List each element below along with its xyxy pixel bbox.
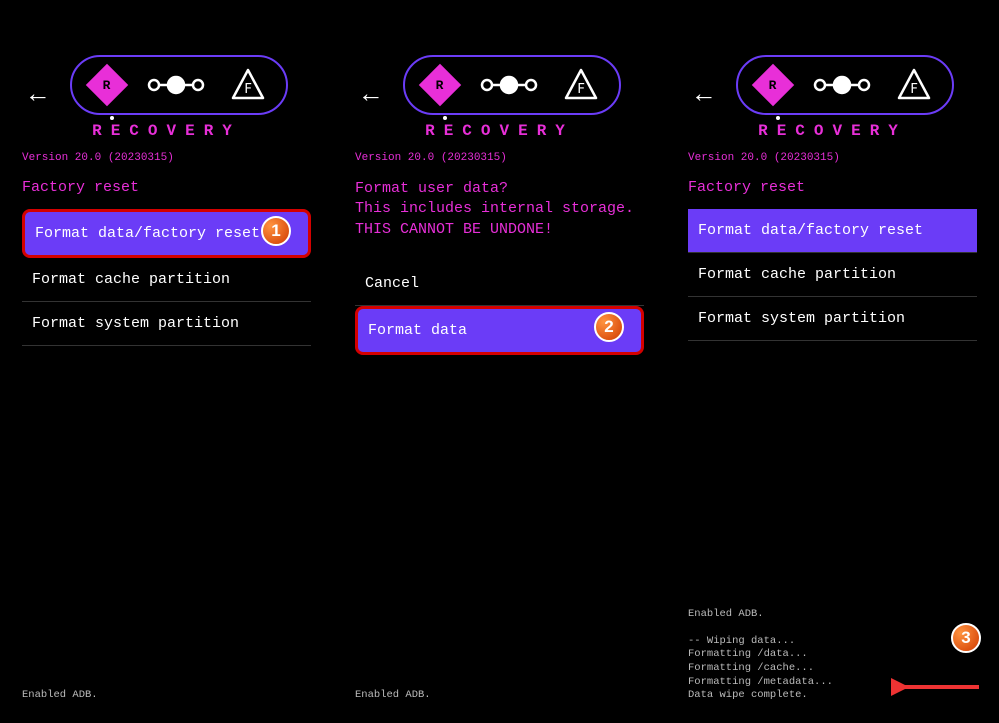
step-badge-2: 2 [594,312,624,342]
diamond-letter: R [436,78,444,93]
recovery-title: RECOVERY [666,122,999,140]
warning-text: Format user data? This includes internal… [355,179,644,240]
log-output: Enabled ADB. [355,689,644,703]
warning-line: Format user data? [355,179,644,199]
fastboot-triangle-icon[interactable]: F [230,68,266,102]
recovery-screen-1: ← R F RECOVERY Version 20.0 (20230315) F… [0,0,333,723]
menu-item-format-data[interactable]: Format data/factory reset [688,209,977,253]
triangle-letter: F [244,82,252,97]
recovery-diamond-icon[interactable]: R [92,70,122,100]
recovery-menu: Format data/factory reset Format cache p… [688,209,977,341]
lineage-logo-icon[interactable] [146,73,206,97]
menu-item-format-cache[interactable]: Format cache partition [688,253,977,297]
warning-line: This includes internal storage. [355,199,644,219]
indicator-dot [776,116,780,120]
recovery-title: RECOVERY [333,122,666,140]
section-heading: Factory reset [22,179,139,196]
recovery-diamond-icon[interactable]: R [758,70,788,100]
recovery-screen-3: ← R F RECOVERY Version 20.0 (20230315) F… [666,0,999,723]
step-badge-3: 3 [951,623,981,653]
warning-line: THIS CANNOT BE UNDONE! [355,220,644,240]
menu-item-format-system[interactable]: Format system partition [688,297,977,341]
menu-item-cancel[interactable]: Cancel [355,262,644,306]
header-capsule: R F [403,55,621,115]
back-arrow-icon[interactable]: ← [363,80,379,110]
pointer-arrow-icon [891,677,981,697]
back-arrow-icon[interactable]: ← [30,80,46,110]
header-capsule: R F [736,55,954,115]
diamond-letter: R [769,78,777,93]
log-output: Enabled ADB. [22,689,311,703]
section-heading: Factory reset [688,179,805,196]
recovery-diamond-icon[interactable]: R [425,70,455,100]
confirm-menu: Cancel Format data [355,262,644,355]
lineage-logo-icon[interactable] [812,73,872,97]
triangle-letter: F [577,82,585,97]
version-label: Version 20.0 (20230315) [22,152,174,164]
menu-item-format-system[interactable]: Format system partition [22,302,311,346]
recovery-screen-2: ← R F RECOVERY Version 20.0 (20230315) F… [333,0,666,723]
diamond-letter: R [103,78,111,93]
indicator-dot [110,116,114,120]
version-label: Version 20.0 (20230315) [688,152,840,164]
recovery-title: RECOVERY [0,122,333,140]
triangle-letter: F [910,82,918,97]
lineage-logo-icon[interactable] [479,73,539,97]
menu-item-format-cache[interactable]: Format cache partition [22,258,311,302]
screenshot-triptych: ← R F RECOVERY Version 20.0 (20230315) F… [0,0,999,723]
version-label: Version 20.0 (20230315) [355,152,507,164]
indicator-dot [443,116,447,120]
header-capsule: R F [70,55,288,115]
back-arrow-icon[interactable]: ← [696,80,712,110]
fastboot-triangle-icon[interactable]: F [563,68,599,102]
step-badge-1: 1 [261,216,291,246]
fastboot-triangle-icon[interactable]: F [896,68,932,102]
